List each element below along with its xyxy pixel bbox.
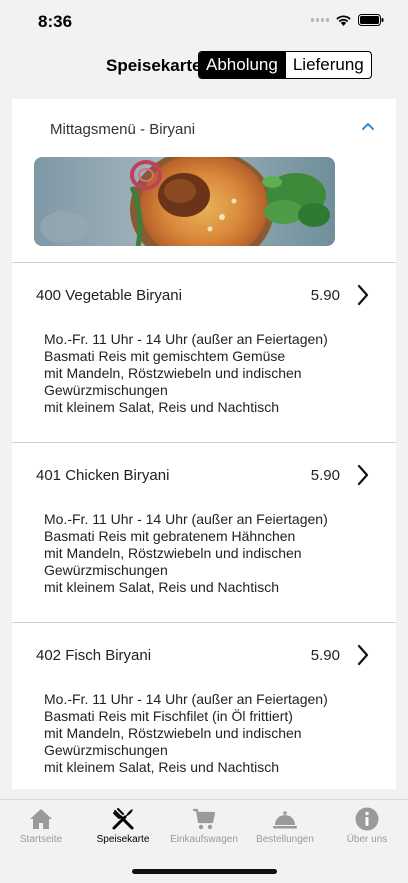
item-price: 5.90 bbox=[310, 467, 340, 484]
chevron-right-icon[interactable] bbox=[356, 644, 370, 666]
tab-label: Bestellungen bbox=[256, 834, 314, 845]
item-name: 402 Fisch Biryani bbox=[36, 647, 152, 664]
menu-list[interactable]: Mittagsmenü - Biryani 400 Vegetable Biry… bbox=[12, 99, 396, 789]
nav-header: Speisekarte Abholung Lieferung bbox=[0, 50, 408, 82]
item-price: 5.90 bbox=[310, 647, 340, 664]
home-icon bbox=[30, 809, 52, 829]
page-title: Speisekarte bbox=[106, 56, 202, 75]
section-title: Mittagsmenü - Biryani bbox=[50, 121, 196, 138]
tab-label: Einkaufswagen bbox=[170, 834, 238, 845]
segment-lieferung[interactable]: Lieferung bbox=[284, 52, 371, 78]
menu-item[interactable]: 401 Chicken Biryani 5.90 Mo.-Fr. 11 Uhr … bbox=[12, 443, 396, 623]
info-icon bbox=[355, 807, 379, 831]
chevron-up-icon[interactable] bbox=[360, 119, 376, 135]
tab-einkaufswagen[interactable]: Einkaufswagen bbox=[163, 800, 245, 852]
section-header[interactable]: Mittagsmenü - Biryani bbox=[12, 99, 396, 263]
tab-label: Speisekarte bbox=[96, 834, 150, 845]
chevron-right-icon[interactable] bbox=[356, 464, 370, 486]
wifi-icon bbox=[336, 15, 351, 26]
status-icons bbox=[311, 14, 384, 26]
tab-bestellungen[interactable]: Bestellungen bbox=[244, 800, 326, 852]
status-time: 8:36 bbox=[38, 12, 73, 31]
fork-knife-icon bbox=[112, 808, 134, 830]
tab-label: Startseite bbox=[19, 834, 63, 845]
tab-speisekarte[interactable]: Speisekarte bbox=[82, 800, 164, 852]
biryani-dish-image bbox=[34, 157, 335, 246]
item-description: Mo.-Fr. 11 Uhr - 14 Uhr (außer an Feiert… bbox=[44, 691, 328, 775]
order-type-segmented-control[interactable]: Abholung Lieferung bbox=[198, 51, 372, 79]
item-name: 400 Vegetable Biryani bbox=[36, 287, 182, 304]
cart-icon bbox=[193, 808, 216, 830]
item-description: Mo.-Fr. 11 Uhr - 14 Uhr (außer an Feiert… bbox=[44, 511, 328, 595]
cellular-signal-icon bbox=[311, 18, 329, 22]
item-name: 401 Chicken Biryani bbox=[36, 467, 170, 484]
menu-item[interactable]: 402 Fisch Biryani 5.90 Mo.-Fr. 11 Uhr - … bbox=[12, 623, 396, 789]
menu-item[interactable]: 400 Vegetable Biryani 5.90 Mo.-Fr. 11 Uh… bbox=[12, 263, 396, 443]
tab-label: Über uns bbox=[346, 834, 388, 845]
tab-ueber-uns[interactable]: Über uns bbox=[326, 800, 408, 852]
chevron-right-icon[interactable] bbox=[356, 284, 370, 306]
item-price: 5.90 bbox=[310, 287, 340, 304]
tab-startseite[interactable]: Startseite bbox=[0, 800, 82, 852]
cloche-icon bbox=[273, 811, 297, 829]
battery-icon bbox=[358, 14, 384, 26]
segment-abholung[interactable]: Abholung bbox=[199, 52, 285, 78]
item-description: Mo.-Fr. 11 Uhr - 14 Uhr (außer an Feiert… bbox=[44, 331, 328, 415]
status-bar: 8:36 bbox=[0, 0, 408, 44]
home-indicator bbox=[132, 869, 277, 874]
tab-bar: Startseite Speisekarte Einkaufswagen Bes… bbox=[0, 799, 408, 883]
